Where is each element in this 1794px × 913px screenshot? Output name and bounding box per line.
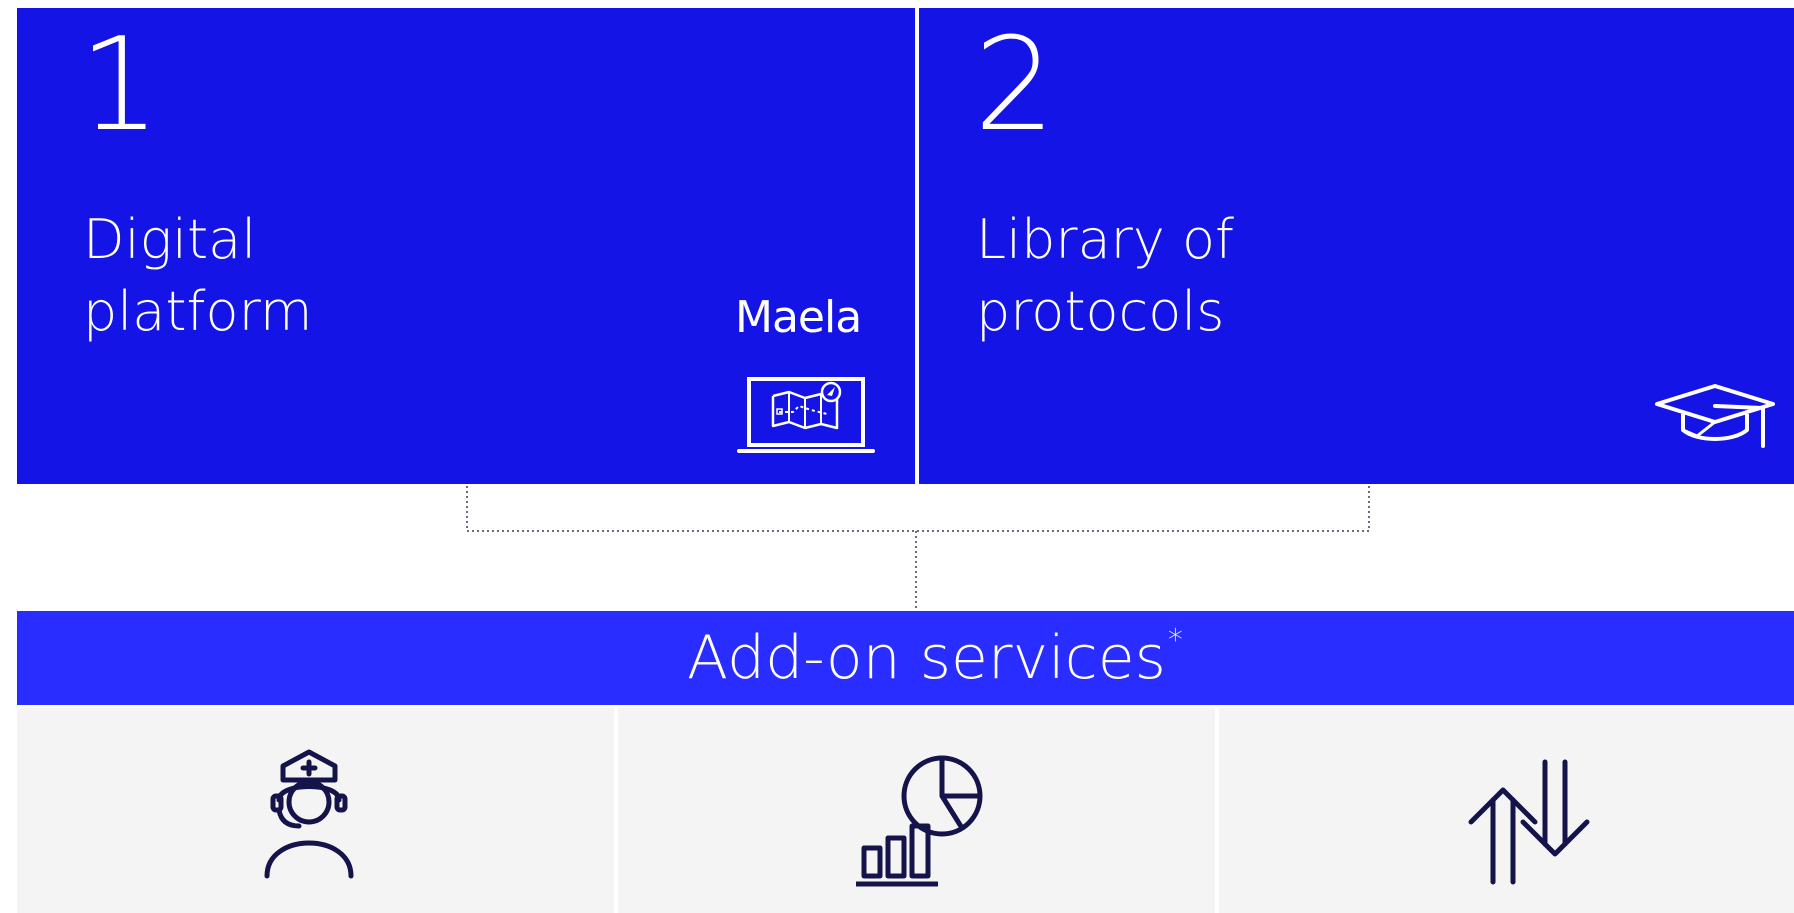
maela-logo: Maela [735, 292, 862, 343]
tile-title-line: platform [83, 280, 313, 343]
addon-services-title: Add-on services* [687, 619, 1183, 697]
tile-library-of-protocols: 2 Library of protocols [919, 8, 1794, 484]
analytics-chart-icon [856, 755, 983, 887]
nurse-headset-icon [264, 749, 354, 879]
tile-number: 1 [79, 11, 160, 160]
tile-title: Digital platform [83, 204, 312, 348]
footnote-marker: * [1167, 623, 1183, 658]
service-panel-data-exchange [1219, 708, 1794, 913]
graduation-cap-icon [1655, 384, 1775, 448]
tile-digital-platform: 1 Digital platform Maela [17, 8, 915, 484]
laptop-map-icon [737, 377, 875, 453]
addon-title-text: Add-on services [687, 623, 1166, 693]
service-panel-nurse [17, 708, 614, 913]
tile-title-line: Library of [976, 208, 1235, 271]
addon-services-banner: Add-on services* [17, 611, 1794, 705]
tile-title: Library of protocols [976, 204, 1234, 348]
data-exchange-arrows-icon [1468, 759, 1590, 885]
tile-title-line: protocols [976, 280, 1225, 343]
tile-number: 2 [974, 11, 1055, 160]
service-panel-analytics [618, 708, 1215, 913]
tile-title-line: Digital [83, 208, 257, 271]
